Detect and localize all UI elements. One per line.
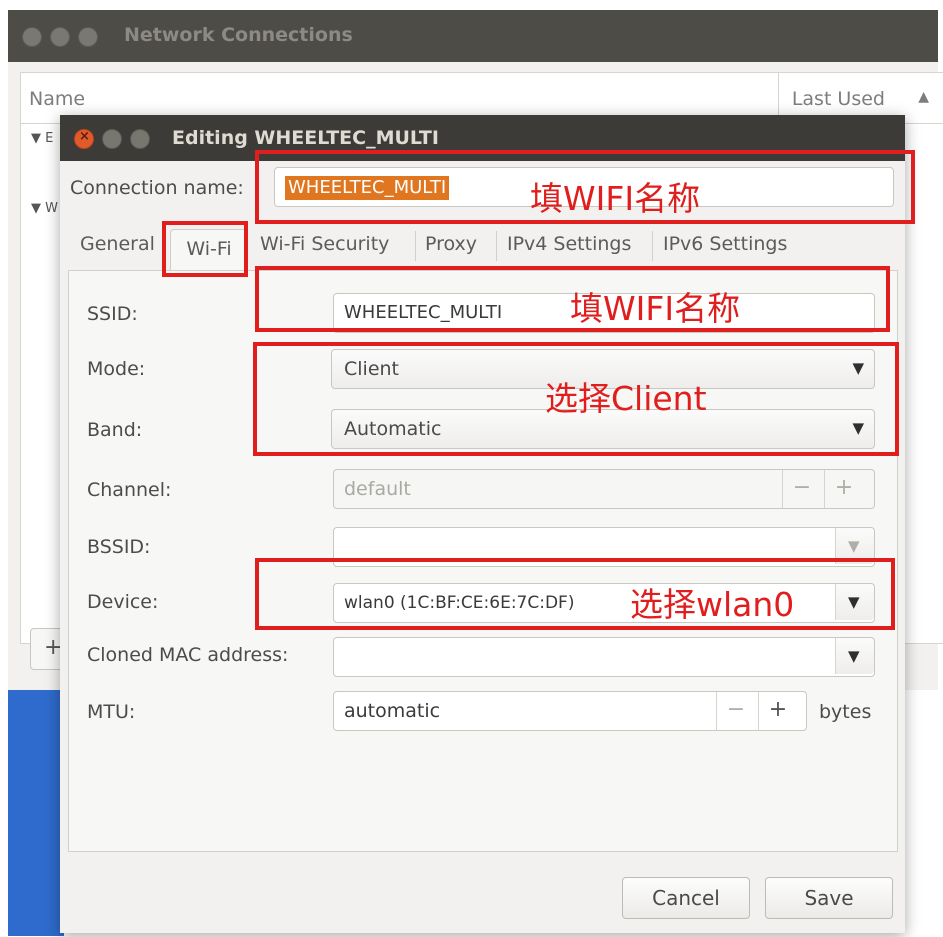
annotation-label-mode: 选择Client [545,379,707,418]
channel-increment-button[interactable]: + [824,470,863,508]
channel-decrement-button[interactable]: − [782,470,821,508]
minimize-icon[interactable] [50,27,70,47]
dropdown-arrow-icon: ▼ [848,647,860,665]
tab-ipv4-settings[interactable]: IPv4 Settings [507,233,631,255]
mode-label: Mode: [87,358,146,380]
sort-ascending-icon[interactable]: ▲ [918,89,929,105]
dialog-title: Editing WHEELTEC_MULTI [172,127,439,149]
cloned-mac-combobox[interactable]: ▼ [333,637,875,677]
band-label: Band: [87,419,143,441]
channel-spinbutton[interactable]: default − + [333,469,875,509]
mtu-value: automatic [344,700,441,722]
tab-divider [496,231,497,261]
annotation-label-ssid: 填WIFI名称 [570,289,741,328]
column-header-name[interactable]: Name [29,88,85,110]
annotation-label-device: 选择wlan0 [630,585,795,624]
network-connections-titlebar: Network Connections [8,10,938,62]
cloned-mac-label: Cloned MAC address: [87,644,289,666]
mtu-increment-button[interactable]: + [758,692,797,730]
annotation-label-connection-name: 填WIFI名称 [530,179,701,218]
channel-value: default [344,478,411,500]
connection-name-label: Connection name: [70,177,244,199]
minimize-icon[interactable] [102,129,122,149]
mtu-decrement-button[interactable]: − [716,692,755,730]
tab-general[interactable]: General [80,233,155,255]
channel-label: Channel: [87,479,172,501]
cloned-mac-dropdown-button[interactable]: ▼ [835,638,874,674]
mtu-spinbutton[interactable]: automatic − + [333,691,807,731]
maximize-icon[interactable] [130,129,150,149]
group-label: W [45,201,58,216]
tab-divider [652,231,653,261]
close-icon[interactable] [22,27,42,47]
tab-ipv6-settings[interactable]: IPv6 Settings [663,233,787,255]
tab-divider [415,231,416,261]
desktop-background [8,690,64,936]
mtu-unit-label: bytes [819,701,872,723]
window-title: Network Connections [124,24,353,46]
annotation-box-device [255,558,895,630]
tab-wifi-security[interactable]: Wi-Fi Security [260,233,389,255]
maximize-icon[interactable] [78,27,98,47]
bssid-label: BSSID: [87,536,151,558]
expander-icon[interactable]: ▼ W [31,201,58,216]
tab-proxy[interactable]: Proxy [425,233,477,255]
cancel-button[interactable]: Cancel [622,877,750,919]
annotation-box-wifi-tab [162,221,248,277]
mtu-label: MTU: [87,701,136,723]
dropdown-arrow-icon: ▼ [848,537,860,555]
device-label: Device: [87,591,159,613]
column-header-last-used[interactable]: Last Used [792,88,885,110]
expander-icon[interactable]: ▼ E [31,131,53,146]
group-label: E [45,131,54,146]
close-icon[interactable]: × [74,129,94,149]
ssid-label: SSID: [87,303,138,325]
save-button[interactable]: Save [765,877,893,919]
